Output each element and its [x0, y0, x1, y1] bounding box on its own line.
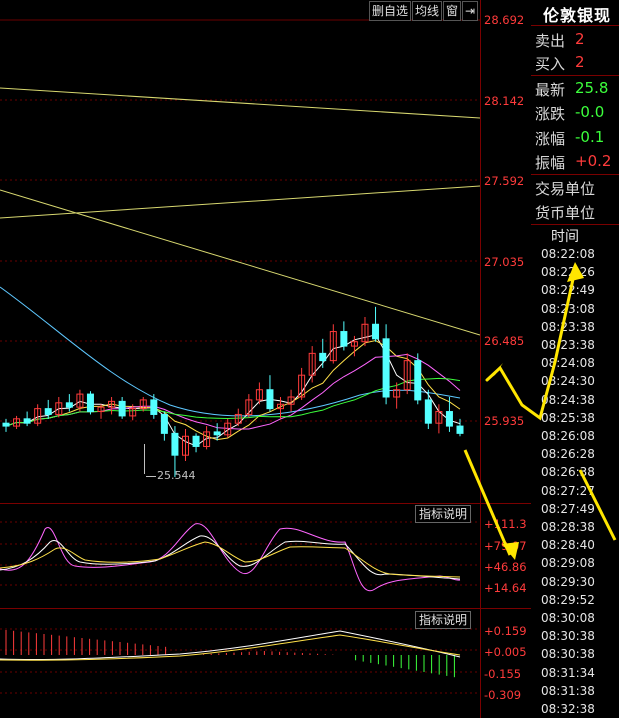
arrow-line [463, 449, 512, 556]
arrow-line [485, 268, 577, 421]
annotation-arrows [463, 262, 617, 560]
arrow-head-icon [502, 542, 519, 560]
arrow-line [578, 469, 617, 541]
arrow-head-icon [567, 262, 584, 282]
